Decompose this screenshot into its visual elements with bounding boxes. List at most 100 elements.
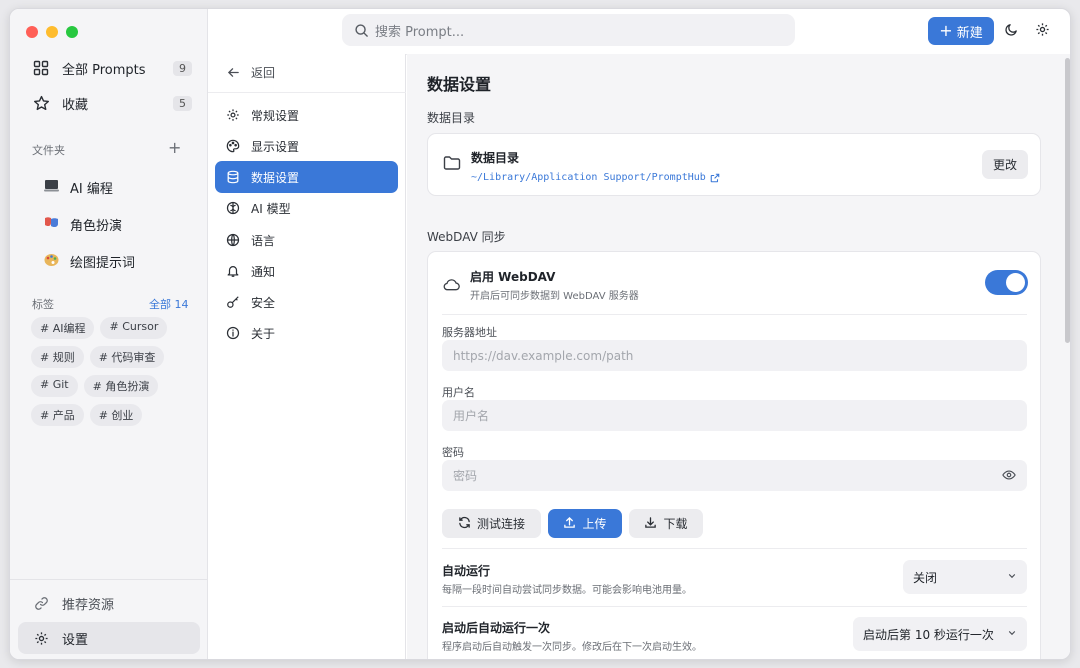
tags-all-link[interactable]: 全部 14	[149, 296, 189, 312]
mask-icon	[44, 216, 60, 234]
settings-nav-about[interactable]: 关于	[215, 317, 398, 349]
app-window: 全部 Prompts 9 收藏 5 文件夹 + AI 编程 角色扮演 绘图提示词…	[9, 8, 1071, 660]
startup-run-title: 启动后自动运行一次	[442, 621, 551, 635]
download-icon	[644, 516, 657, 532]
zoom-window-button[interactable]	[66, 26, 78, 38]
sidebar-item-resources[interactable]: 推荐资源	[18, 587, 200, 619]
sidebar-item-favorites[interactable]: 收藏 5	[18, 87, 200, 119]
password-input[interactable]: 密码	[442, 460, 1027, 491]
info-icon	[225, 326, 241, 340]
divider	[442, 548, 1027, 549]
settings-nav-label: 安全	[251, 295, 276, 310]
tag-chip[interactable]: # 代码审查	[89, 346, 165, 368]
back-button[interactable]: 返回	[215, 56, 398, 88]
settings-nav-label: 显示设置	[251, 139, 300, 154]
change-dir-button[interactable]: 更改	[982, 150, 1028, 179]
tag-chip[interactable]: # 角色扮演	[83, 375, 159, 397]
tag-chip[interactable]: # Cursor	[100, 317, 168, 339]
settings-nav-label: 通知	[251, 264, 276, 279]
auto-run-value: 关闭	[913, 570, 938, 585]
tag-chip[interactable]: # AI编程	[31, 317, 95, 339]
settings-nav-language[interactable]: 语言	[215, 224, 398, 256]
eye-icon[interactable]	[1002, 469, 1016, 484]
search-input[interactable]: 搜索 Prompt...	[342, 14, 795, 46]
data-dir-path-link[interactable]: ~/Library/Application Support/PromptHub	[471, 168, 720, 187]
settings-nav-display[interactable]: 显示设置	[215, 130, 398, 162]
external-link-icon	[710, 168, 720, 187]
settings-nav-ai-model[interactable]: AI 模型	[215, 192, 398, 224]
auto-run-select[interactable]: 关闭	[903, 560, 1027, 594]
server-label: 服务器地址	[442, 326, 497, 339]
folder-item[interactable]: AI 编程	[44, 178, 113, 197]
arrow-left-icon	[225, 66, 241, 79]
folder-item[interactable]: 角色扮演	[44, 215, 122, 234]
sidebar-item-label: 设置	[62, 632, 89, 648]
palette-icon	[44, 253, 60, 271]
window-controls	[26, 26, 78, 38]
password-label: 密码	[442, 446, 464, 459]
laptop-icon	[44, 179, 60, 196]
tag-chip[interactable]: # 产品	[31, 404, 84, 426]
minimize-window-button[interactable]	[46, 26, 58, 38]
sidebar-item-settings[interactable]: 设置	[18, 622, 200, 654]
new-prompt-button[interactable]: + 新建	[928, 17, 994, 45]
divider	[208, 92, 406, 93]
settings-nav-label: AI 模型	[251, 201, 291, 216]
sidebar-item-all-prompts[interactable]: 全部 Prompts 9	[18, 52, 200, 84]
moon-icon[interactable]	[1004, 22, 1019, 41]
add-folder-icon[interactable]: +	[168, 138, 181, 157]
test-connection-button[interactable]: 测试连接	[442, 509, 541, 538]
data-dir-card: 数据目录 ~/Library/Application Support/Promp…	[427, 133, 1041, 196]
cloud-icon	[443, 276, 460, 295]
tags-heading: 标签	[32, 298, 54, 311]
upload-label: 上传	[582, 517, 607, 531]
folder-label: 绘图提示词	[70, 256, 136, 271]
settings-nav-security[interactable]: 安全	[215, 286, 398, 318]
webdav-toggle[interactable]	[985, 270, 1028, 295]
sidebar-item-label: 全部 Prompts	[62, 62, 146, 78]
username-placeholder: 用户名	[453, 409, 490, 423]
settings-gear-icon[interactable]	[1035, 22, 1050, 41]
settings-nav-data[interactable]: 数据设置	[215, 161, 398, 193]
palette-icon	[225, 139, 241, 153]
plus-icon: +	[939, 21, 953, 40]
main-content: 数据设置 数据目录 数据目录 ~/Library/Application Sup…	[407, 54, 1070, 659]
section-title-data-dir: 数据目录	[427, 111, 476, 125]
upload-icon	[563, 516, 576, 532]
settings-nav-label: 常规设置	[251, 108, 300, 123]
new-button-label: 新建	[956, 25, 983, 41]
section-title-webdav: WebDAV 同步	[427, 230, 506, 244]
settings-nav: 返回 常规设置 显示设置 数据设置 AI 模型 语言 通知 安全 关于	[208, 54, 406, 659]
star-icon	[32, 94, 50, 112]
settings-nav-general[interactable]: 常规设置	[215, 99, 398, 131]
grid-icon	[32, 59, 50, 77]
sidebar-item-label: 推荐资源	[62, 597, 115, 613]
tag-chip[interactable]: # 创业	[89, 404, 143, 426]
server-url-input[interactable]: https://dav.example.com/path	[442, 340, 1027, 371]
folder-icon	[443, 155, 461, 175]
gear-icon	[225, 108, 241, 122]
refresh-icon	[458, 516, 471, 532]
folder-item[interactable]: 绘图提示词	[44, 252, 135, 271]
search-placeholder: 搜索 Prompt...	[375, 24, 465, 40]
settings-nav-label: 语言	[251, 233, 276, 248]
chevron-down-icon	[1007, 627, 1017, 641]
divider	[442, 314, 1027, 315]
username-input[interactable]: 用户名	[442, 400, 1027, 431]
download-button[interactable]: 下载	[629, 509, 703, 538]
upload-button[interactable]: 上传	[548, 509, 622, 538]
scrollbar[interactable]	[1065, 58, 1070, 343]
tag-chip[interactable]: # Git	[31, 375, 78, 397]
startup-run-select[interactable]: 启动后第 10 秒运行一次	[853, 617, 1027, 651]
data-dir-title: 数据目录	[471, 151, 520, 165]
settings-nav-notifications[interactable]: 通知	[215, 255, 398, 287]
globe-icon	[225, 233, 241, 247]
webdav-card	[427, 251, 1041, 659]
link-icon	[32, 594, 50, 612]
chevron-down-icon	[1007, 570, 1017, 584]
webdav-enable-desc: 开启后可同步数据到 WebDAV 服务器	[470, 291, 639, 302]
tag-chip[interactable]: # 规则	[31, 346, 84, 368]
close-window-button[interactable]	[26, 26, 38, 38]
divider	[10, 579, 208, 580]
search-icon	[354, 23, 369, 38]
